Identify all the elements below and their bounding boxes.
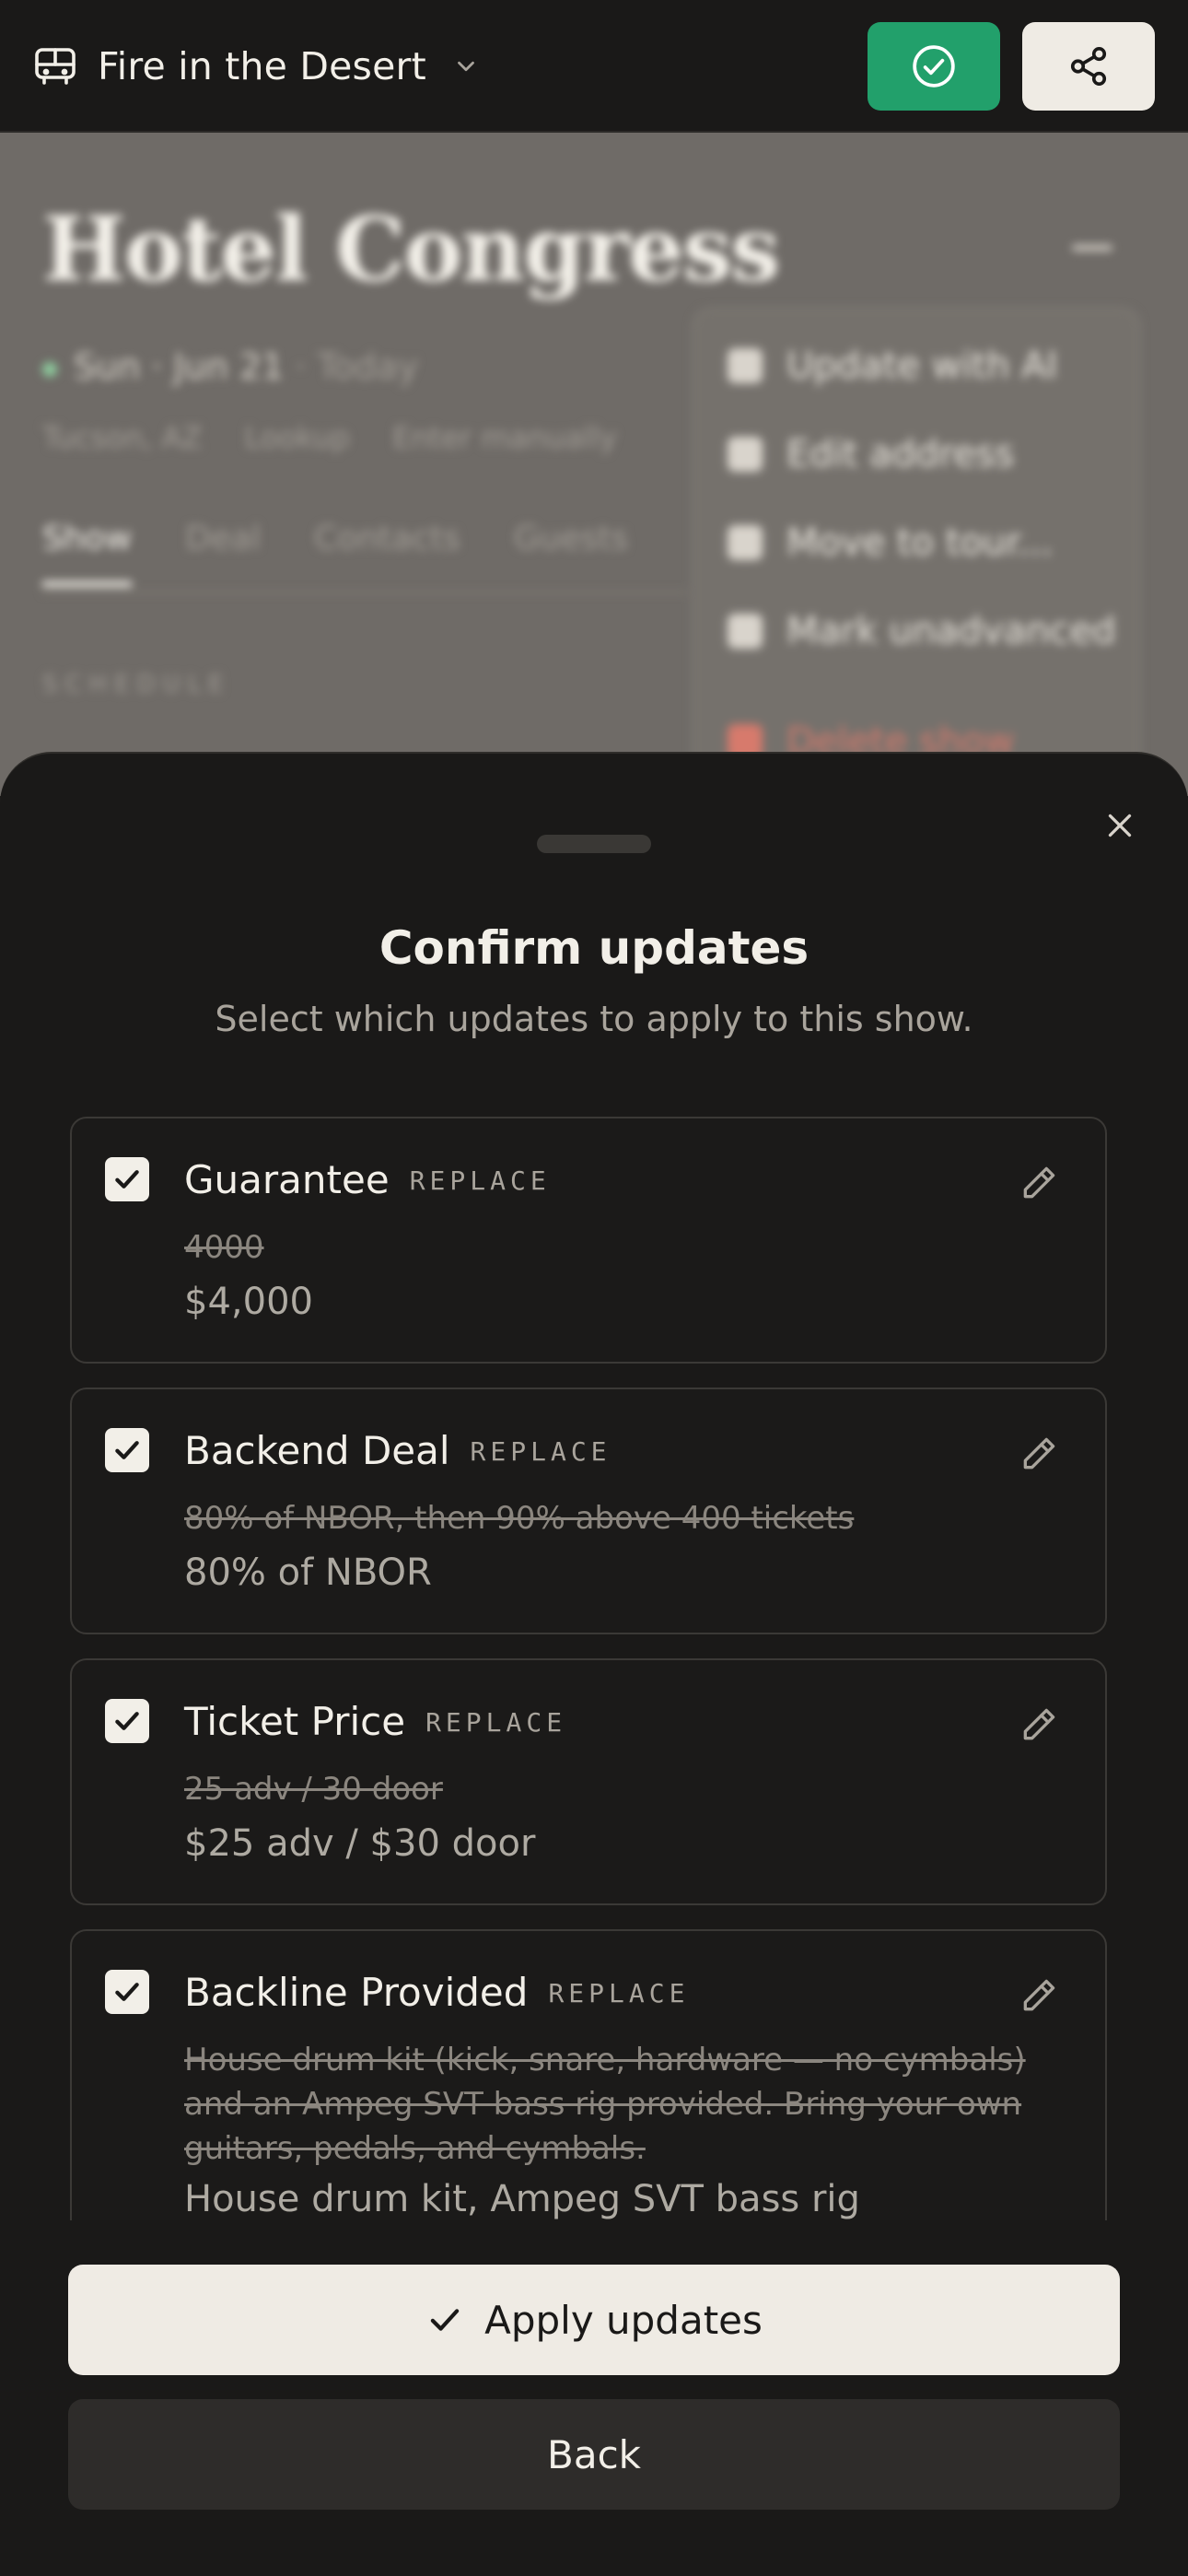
background-show-page: Hotel Congress Sun · Jun 21 · Today Tucso… xyxy=(0,133,1188,796)
show-date: Sun · Jun 21 · Today xyxy=(42,346,418,387)
enter-manually-link: Enter manually xyxy=(392,420,617,455)
sheet-grabber[interactable] xyxy=(537,835,651,853)
share-icon xyxy=(1070,47,1107,86)
check-icon xyxy=(115,1712,139,1730)
replace-badge: REPLACE xyxy=(548,1978,690,2008)
tabs-divider xyxy=(42,591,687,593)
back-label: Back xyxy=(547,2431,641,2477)
actions-menu: Update with AI Edit address Move to tour… xyxy=(693,308,1140,796)
apply-updates-button[interactable]: Apply updates xyxy=(68,2265,1120,2375)
menu-item-label: Move to tour... xyxy=(786,521,1054,564)
location-text: Tucson, AZ xyxy=(42,420,203,455)
tab-guests: Guests xyxy=(513,520,629,557)
update-checkbox[interactable] xyxy=(105,1970,149,2014)
sheet-subtitle: Select which updates to apply to this sh… xyxy=(215,999,973,1039)
menu-item-label: Edit address xyxy=(786,433,1015,475)
check-icon xyxy=(430,2309,460,2331)
pencil-icon[interactable] xyxy=(1019,1163,1059,1203)
venue-title: Hotel Congress xyxy=(42,197,780,301)
share-button[interactable] xyxy=(1022,22,1155,111)
field-label: Ticket Price xyxy=(184,1699,406,1744)
pencil-icon[interactable] xyxy=(1019,1704,1059,1745)
update-card-backend-deal: Backend Deal REPLACE 80% of NBOR, then 90… xyxy=(70,1388,1107,1634)
show-location: Tucson, AZ Lookup Enter manually xyxy=(42,420,617,455)
old-value: 25 adv / 30 door xyxy=(184,1771,443,1808)
update-card-ticket-price: Ticket Price REPLACE 25 adv / 30 door $25… xyxy=(70,1658,1107,1905)
menu-item-mark-unadvanced: Mark unadvanced xyxy=(728,610,1115,652)
update-checkbox[interactable] xyxy=(105,1157,149,1201)
new-value: 80% of NBOR xyxy=(184,1551,432,1594)
replace-badge: REPLACE xyxy=(470,1436,611,1467)
back-button[interactable]: Back xyxy=(68,2399,1120,2510)
menu-item-update-ai: Update with AI xyxy=(728,345,1057,387)
confirm-button[interactable] xyxy=(868,22,1000,111)
chevron-down-icon xyxy=(457,61,474,72)
update-card-backline: Backline Provided REPLACE House drum kit … xyxy=(70,1929,1107,2220)
check-icon xyxy=(115,1983,139,2001)
show-date-hint: · Today xyxy=(295,346,419,387)
tab-contacts: Contacts xyxy=(314,520,460,557)
check-icon xyxy=(115,1170,139,1188)
sheet-title: Confirm updates xyxy=(379,921,809,975)
field-label: Backline Provided xyxy=(184,1970,529,2015)
new-value: House drum kit, Ampeg SVT bass rig xyxy=(184,2178,860,2220)
bus-icon xyxy=(35,48,76,85)
menu-item-label: Mark unadvanced xyxy=(786,610,1116,652)
apply-updates-label: Apply updates xyxy=(484,2297,763,2343)
update-field-name: Guarantee REPLACE xyxy=(184,1157,551,1202)
update-checkbox[interactable] xyxy=(105,1699,149,1743)
old-value: 80% of NBOR, then 90% above 400 tickets xyxy=(184,1500,855,1537)
menu-item-edit-address: Edit address xyxy=(728,433,1014,475)
close-icon xyxy=(1108,814,1132,837)
menu-item-label: Update with AI xyxy=(786,345,1058,387)
old-value: House drum kit (kick, snare, hardware — … xyxy=(184,2042,1026,2167)
bus-icon xyxy=(728,525,763,560)
update-field-name: Ticket Price REPLACE xyxy=(184,1699,566,1744)
more-menu-icon xyxy=(1072,245,1112,251)
background-blur-layer: Hotel Congress Sun · Jun 21 · Today Tucso… xyxy=(0,133,1188,796)
updates-list[interactable]: Guarantee REPLACE 4000 $4,000 Backend Dea… xyxy=(70,1117,1107,2220)
update-field-name: Backend Deal REPLACE xyxy=(184,1428,611,1473)
new-value: $4,000 xyxy=(184,1281,313,1323)
pencil-icon xyxy=(728,437,763,472)
pencil-icon[interactable] xyxy=(1019,1975,1059,2016)
update-field-name: Backline Provided REPLACE xyxy=(184,1970,689,2015)
show-date-text: Sun · Jun 21 xyxy=(74,346,285,387)
new-value: $25 adv / $30 door xyxy=(184,1822,536,1865)
replace-badge: REPLACE xyxy=(409,1165,551,1196)
undo-icon xyxy=(728,614,763,649)
menu-item-move-to-tour: Move to tour... xyxy=(728,521,1053,564)
status-dot xyxy=(42,361,57,377)
tab-deal: Deal xyxy=(185,520,262,557)
old-value: 4000 xyxy=(184,1229,264,1266)
tour-name: Fire in the Desert xyxy=(98,44,426,88)
field-label: Backend Deal xyxy=(184,1428,450,1473)
tab-show: Show xyxy=(42,520,133,587)
field-label: Guarantee xyxy=(184,1157,390,1202)
sparkle-icon xyxy=(728,348,763,383)
replace-badge: REPLACE xyxy=(425,1707,567,1738)
section-heading: SCHEDULE xyxy=(42,671,231,698)
lookup-link: Lookup xyxy=(244,420,350,455)
check-circle-icon xyxy=(913,45,955,88)
update-checkbox[interactable] xyxy=(105,1428,149,1472)
pencil-icon[interactable] xyxy=(1019,1434,1059,1474)
top-bar: Fire in the Desert xyxy=(0,0,1188,133)
confirm-updates-sheet: Confirm updates Select which updates to … xyxy=(0,752,1188,2576)
show-tabs: Show Deal Contacts Guests xyxy=(42,520,628,587)
tour-switcher[interactable]: Fire in the Desert xyxy=(33,41,480,92)
close-button[interactable] xyxy=(1096,802,1144,849)
update-card-guarantee: Guarantee REPLACE 4000 $4,000 xyxy=(70,1117,1107,1364)
check-icon xyxy=(115,1441,139,1459)
